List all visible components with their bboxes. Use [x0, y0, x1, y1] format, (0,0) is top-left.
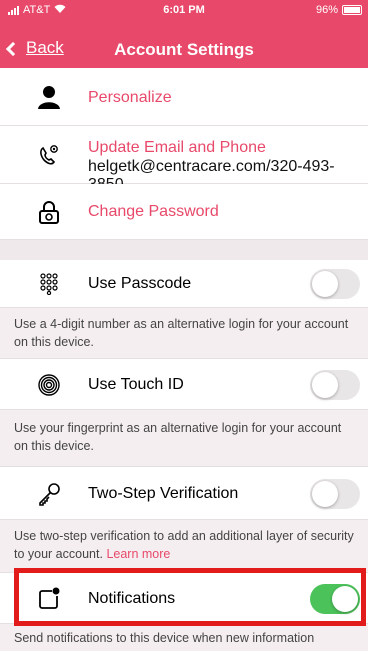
notification-icon: [36, 586, 62, 612]
notifications-toggle[interactable]: [310, 584, 360, 614]
touch-id-description: Use your fingerprint as an alternative l…: [0, 410, 368, 466]
setting-row-touch-id: Use Touch ID: [0, 358, 368, 410]
battery-icon: [342, 5, 362, 15]
two-step-description-text: Use two-step verification to add an addi…: [14, 529, 354, 561]
passcode-description: Use a 4-digit number as an alternative l…: [0, 308, 368, 358]
phone-email-icon: [36, 142, 62, 168]
two-step-toggle[interactable]: [310, 479, 360, 509]
two-step-verification-label: Two-Step Verification: [88, 485, 239, 502]
list-item-personalize[interactable]: Personalize: [0, 68, 368, 126]
learn-more-link[interactable]: Learn more: [106, 547, 170, 561]
list-item-update-email-phone[interactable]: Update Email and Phone helgetk@centracar…: [0, 126, 368, 193]
key-icon: [36, 481, 62, 507]
app-header: AT&T 6:01 PM 96% Back Account Settings: [0, 0, 368, 68]
navigation-bar: Back Account Settings: [0, 32, 368, 68]
personalize-label: Personalize: [88, 89, 172, 106]
keypad-icon: [36, 271, 62, 297]
setting-row-passcode: Use Passcode: [0, 260, 368, 308]
notifications-description: Send notifications to this device when n…: [0, 624, 368, 651]
touch-id-toggle[interactable]: [310, 370, 360, 400]
fingerprint-icon: [36, 372, 62, 398]
battery-percent: 96%: [315, 4, 338, 16]
use-touch-id-label: Use Touch ID: [88, 376, 184, 393]
notifications-label: Notifications: [88, 590, 176, 607]
update-email-phone-label: Update Email and Phone: [88, 139, 266, 156]
section-divider: [0, 240, 368, 260]
use-passcode-label: Use Passcode: [88, 275, 192, 292]
setting-row-two-step: Two-Step Verification: [0, 466, 368, 520]
person-icon: [36, 84, 62, 110]
page-title: Account Settings: [114, 40, 254, 59]
status-bar: AT&T 6:01 PM 96%: [0, 0, 368, 22]
setting-row-notifications: Notifications: [0, 572, 368, 624]
lock-icon: [36, 199, 62, 225]
two-step-description: Use two-step verification to add an addi…: [0, 520, 368, 572]
change-password-label: Change Password: [88, 203, 219, 220]
list-item-change-password[interactable]: Change Password: [0, 184, 368, 240]
passcode-toggle[interactable]: [310, 269, 360, 299]
clock: 6:01 PM: [163, 4, 205, 16]
